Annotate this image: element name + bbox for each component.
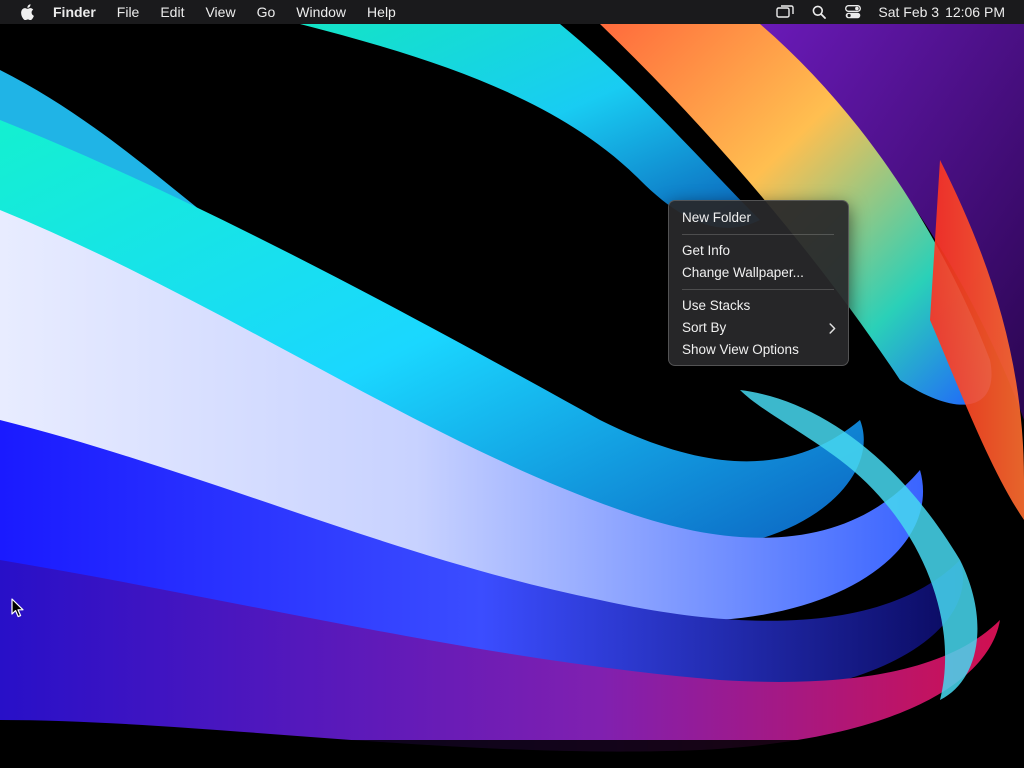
menu-item-sort-by[interactable]: Sort By	[669, 317, 848, 339]
clock-time: 12:06 PM	[945, 4, 1005, 20]
menu-item-get-info[interactable]: Get Info	[669, 240, 848, 262]
menu-go[interactable]: Go	[246, 0, 286, 24]
menu-bar-clock[interactable]: Sat Feb 3 12:06 PM	[878, 4, 1005, 20]
menu-view[interactable]: View	[195, 0, 246, 24]
menu-item-sort-by-label: Sort By	[682, 320, 727, 335]
menu-separator	[682, 234, 834, 235]
menu-bar: Finder File Edit View Go Window Help Sat…	[0, 0, 1024, 24]
menu-item-show-view-options[interactable]: Show View Options	[669, 339, 848, 361]
menu-item-new-folder[interactable]: New Folder	[669, 207, 848, 229]
menu-file[interactable]: File	[106, 0, 150, 24]
control-center-icon[interactable]	[842, 0, 864, 24]
menu-item-use-stacks[interactable]: Use Stacks	[669, 295, 848, 317]
menu-finder[interactable]: Finder	[53, 0, 106, 24]
desktop[interactable]: Finder File Edit View Go Window Help Sat…	[0, 0, 1024, 768]
screen-mirroring-icon[interactable]	[774, 0, 796, 24]
menu-item-change-wallpaper[interactable]: Change Wallpaper...	[669, 262, 848, 284]
apple-logo-icon[interactable]	[17, 0, 37, 24]
desktop-wallpaper	[0, 0, 1024, 768]
chevron-right-icon	[829, 317, 836, 339]
menu-window[interactable]: Window	[286, 0, 357, 24]
menu-help[interactable]: Help	[357, 0, 407, 24]
menu-edit[interactable]: Edit	[150, 0, 195, 24]
desktop-context-menu: New Folder Get Info Change Wallpaper... …	[668, 200, 849, 366]
search-icon[interactable]	[808, 0, 830, 24]
menu-separator	[682, 289, 834, 290]
clock-date: Sat Feb 3	[878, 4, 940, 20]
mouse-cursor-icon	[11, 598, 24, 618]
